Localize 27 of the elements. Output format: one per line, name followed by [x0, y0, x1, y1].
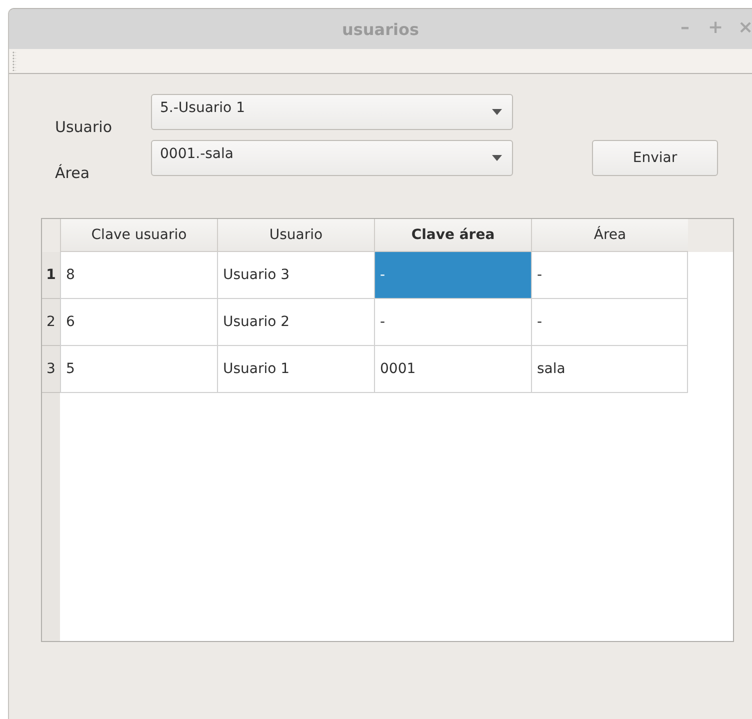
table-cell[interactable]: 6	[60, 299, 217, 346]
row-header[interactable]: 2	[42, 299, 60, 346]
column-header[interactable]: Área	[531, 219, 688, 252]
column-header[interactable]: Clave usuario	[60, 219, 217, 252]
table-cell[interactable]: -	[374, 299, 531, 346]
table-cell[interactable]: 0001	[374, 346, 531, 393]
field-label: Área	[54, 164, 91, 182]
table-cell[interactable]: Usuario 1	[217, 346, 374, 393]
caret-icon	[492, 155, 502, 161]
window-title: usuarios	[342, 20, 419, 38]
table-cell[interactable]: 5	[60, 346, 217, 393]
table-cell[interactable]: -	[531, 299, 688, 346]
column-header[interactable]: Clave área	[374, 219, 531, 252]
table-cell[interactable]: Usuario 2	[217, 299, 374, 346]
caret-icon	[492, 109, 502, 115]
dropdown[interactable]: 5.-Usuario 1	[151, 94, 513, 130]
table-cell[interactable]: -	[531, 252, 688, 299]
dropdown[interactable]: 0001.-sala	[151, 140, 513, 176]
send-button[interactable]: Enviar	[592, 140, 718, 176]
field-label: Usuario	[54, 118, 114, 136]
toolbar-handle[interactable]	[12, 51, 16, 71]
table-cell[interactable]: -	[374, 252, 531, 299]
table-cell[interactable]: 8	[60, 252, 217, 299]
table-cell[interactable]: sala	[531, 346, 688, 393]
column-header[interactable]: Usuario	[217, 219, 374, 252]
row-header[interactable]: 1	[42, 252, 60, 299]
row-header[interactable]: 3	[42, 346, 60, 393]
